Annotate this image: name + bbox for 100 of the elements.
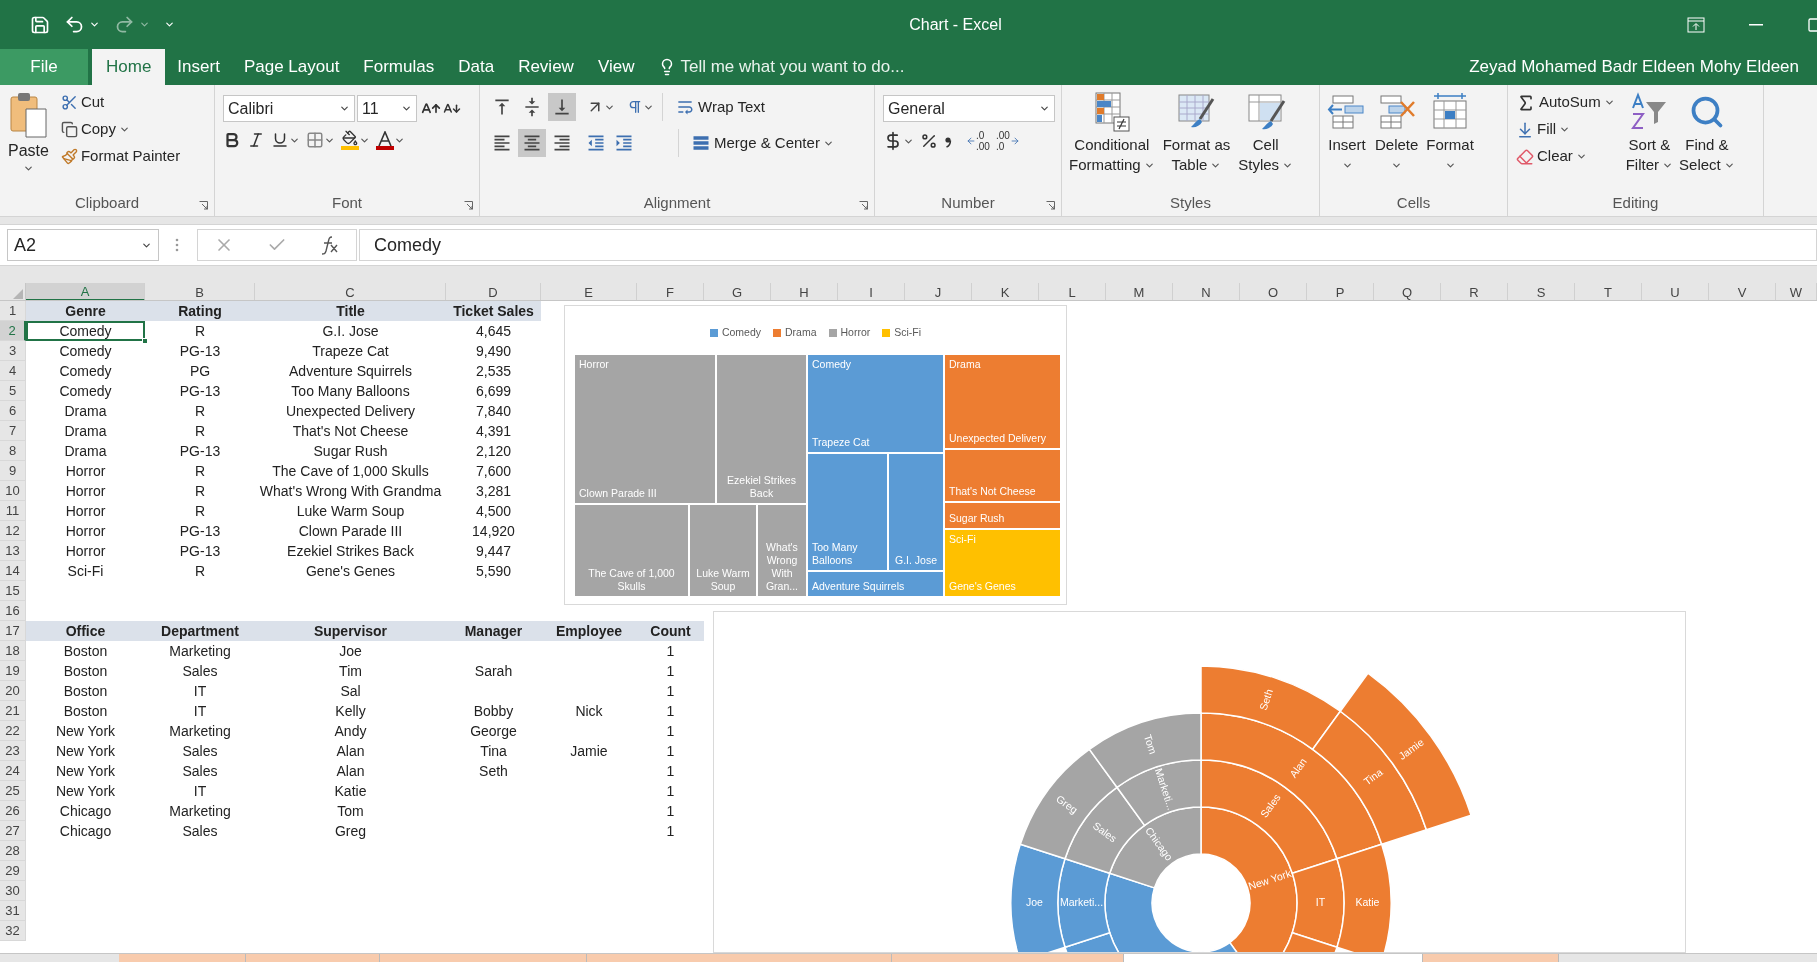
row-header[interactable]: 1 <box>0 301 26 321</box>
cut-button[interactable]: Cut <box>56 89 185 116</box>
column-header[interactable]: F <box>637 283 704 300</box>
font-name-dropdown[interactable]: Calibri <box>223 95 355 122</box>
column-header[interactable]: S <box>1508 283 1575 300</box>
bottom-align-icon[interactable] <box>548 93 576 121</box>
column-header[interactable]: Q <box>1374 283 1441 300</box>
column-header[interactable]: M <box>1106 283 1173 300</box>
column-header[interactable]: A <box>26 283 145 300</box>
row-header[interactable]: 30 <box>0 881 26 901</box>
cells-button[interactable]: Delete <box>1372 89 1422 190</box>
sort-filter-button[interactable]: Sort & Filter <box>1622 89 1677 190</box>
table-cell-text: Drama <box>63 442 108 461</box>
cells-button[interactable]: Insert <box>1324 89 1370 190</box>
merge-center-button[interactable]: Merge & Center <box>687 129 838 157</box>
row-header[interactable]: 18 <box>0 641 26 661</box>
fill-button[interactable]: Fill <box>1512 116 1619 143</box>
decrease-decimal-text[interactable]: .00 .0 <box>995 130 1010 152</box>
style-button[interactable]: Cell Styles <box>1235 89 1297 190</box>
dialog-launcher-icon[interactable] <box>1046 201 1055 210</box>
row-header[interactable]: 27 <box>0 821 26 841</box>
row-header[interactable]: 7 <box>0 421 26 441</box>
name-box[interactable]: A2 <box>7 229 159 261</box>
row-header[interactable]: 20 <box>0 681 26 701</box>
column-header[interactable]: L <box>1039 283 1106 300</box>
row-header[interactable]: 8 <box>0 441 26 461</box>
row-header[interactable]: 11 <box>0 501 26 521</box>
row-header[interactable]: 19 <box>0 661 26 681</box>
column-header[interactable]: G <box>704 283 771 300</box>
autosum-button[interactable]: AutoSum <box>1512 89 1619 116</box>
row-header[interactable]: 3 <box>0 341 26 361</box>
style-button[interactable]: Format as Table <box>1159 89 1234 190</box>
ribbon-tab[interactable]: View <box>585 49 647 85</box>
column-header[interactable]: H <box>771 283 838 300</box>
group-label: Horror <box>579 358 609 371</box>
ribbon-tab[interactable]: Insert <box>165 49 232 85</box>
column-header[interactable]: T <box>1575 283 1642 300</box>
cells-button[interactable]: Format <box>1423 89 1477 190</box>
row-header[interactable]: 22 <box>0 721 26 741</box>
font-size-dropdown[interactable]: 11 <box>357 95 417 122</box>
row-header[interactable]: 15 <box>0 581 26 601</box>
format-painter-button[interactable]: Format Painter <box>56 143 185 170</box>
row-header[interactable]: 12 <box>0 521 26 541</box>
fill-color-icon[interactable] <box>341 130 359 150</box>
style-button[interactable]: Conditional Formatting <box>1066 89 1158 190</box>
increase-decimal-text[interactable]: .0 .00 <box>976 130 990 152</box>
row-header[interactable]: 9 <box>0 461 26 481</box>
row-header[interactable]: 28 <box>0 841 26 861</box>
dialog-launcher-icon[interactable] <box>859 201 868 210</box>
row-header[interactable]: 14 <box>0 561 26 581</box>
row-header[interactable]: 21 <box>0 701 26 721</box>
ribbon-tab[interactable]: Formulas <box>351 49 447 85</box>
ribbon-tab[interactable]: Home <box>92 49 166 85</box>
copy-button[interactable]: Copy <box>56 116 185 143</box>
column-header[interactable]: W <box>1776 283 1817 300</box>
font-color-icon[interactable] <box>376 130 394 150</box>
column-header[interactable]: N <box>1173 283 1240 300</box>
row-header[interactable]: 6 <box>0 401 26 421</box>
ribbon-tab[interactable]: Page Layout <box>231 49 352 85</box>
row-header[interactable]: 4 <box>0 361 26 381</box>
column-header[interactable]: K <box>972 283 1039 300</box>
paste-button[interactable]: Paste <box>4 89 53 190</box>
row-header[interactable]: 32 <box>0 921 26 941</box>
row-header[interactable]: 10 <box>0 481 26 501</box>
align-center-icon[interactable] <box>518 129 546 157</box>
row-header[interactable]: 24 <box>0 761 26 781</box>
column-header[interactable]: V <box>1709 283 1776 300</box>
row-header[interactable]: 2 <box>0 321 26 341</box>
fill-handle[interactable] <box>142 338 148 344</box>
row-header[interactable]: 29 <box>0 861 26 881</box>
table-cell-text: Horror <box>64 522 107 541</box>
number-format-dropdown[interactable]: General <box>883 95 1055 122</box>
row-header[interactable]: 16 <box>0 601 26 621</box>
clear-button[interactable]: Clear <box>1512 143 1619 170</box>
wrap-text-button[interactable]: Wrap Text <box>671 93 769 121</box>
column-header[interactable]: I <box>838 283 905 300</box>
dialog-launcher-icon[interactable] <box>464 201 473 210</box>
row-header[interactable]: 23 <box>0 741 26 761</box>
row-header[interactable]: 25 <box>0 781 26 801</box>
row-header[interactable]: 17 <box>0 621 26 641</box>
find-select-button[interactable]: Find & Select <box>1676 89 1738 190</box>
column-header[interactable]: U <box>1642 283 1709 300</box>
column-header[interactable]: R <box>1441 283 1508 300</box>
dialog-launcher-icon[interactable] <box>199 201 208 210</box>
column-header[interactable]: J <box>905 283 972 300</box>
row-header[interactable]: 26 <box>0 801 26 821</box>
column-header[interactable]: P <box>1307 283 1374 300</box>
ribbon-tab[interactable]: Review <box>506 49 586 85</box>
formula-field[interactable]: Comedy <box>359 229 1817 261</box>
table-cell-text: 2,120 <box>474 442 512 461</box>
row-header[interactable]: 13 <box>0 541 26 561</box>
tile-label: Ezekiel Strikes Back <box>726 474 797 500</box>
ribbon-tab[interactable]: File <box>0 49 88 85</box>
table-cell-text: Sarah <box>473 662 514 681</box>
ribbon-tab[interactable]: Data <box>446 49 507 85</box>
column-header[interactable]: E <box>541 283 637 300</box>
tell-me-field[interactable]: Tell me what you want to do... <box>680 54 1011 80</box>
column-header[interactable]: O <box>1240 283 1307 300</box>
row-header[interactable]: 31 <box>0 901 26 921</box>
row-header[interactable]: 5 <box>0 381 26 401</box>
